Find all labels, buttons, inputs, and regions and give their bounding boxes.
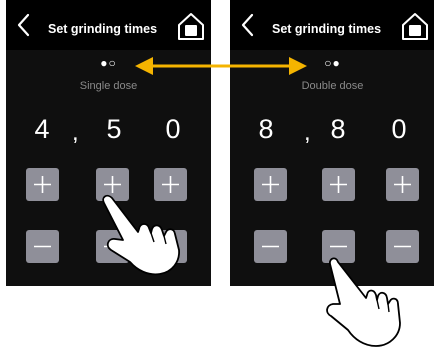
plus-icon [262, 176, 279, 193]
dose-label: Single dose [79, 80, 138, 92]
dose-label: Double dose [301, 80, 364, 92]
minus-icon [34, 245, 51, 248]
minus-icon [262, 245, 279, 248]
top-bar: Set grinding times [6, 0, 211, 50]
pointing-hand-icon [326, 257, 401, 347]
home-button[interactable] [400, 11, 430, 41]
digit-hundredths: 0 [391, 114, 407, 144]
top-bar: Set grinding times [230, 0, 434, 50]
back-button[interactable] [236, 12, 260, 38]
home-icon [178, 13, 204, 40]
double-arrow-icon [135, 57, 307, 75]
back-button[interactable] [12, 12, 36, 38]
plus-button-tenths[interactable] [322, 168, 355, 201]
minus-button-seconds[interactable] [254, 230, 287, 263]
plus-icon [330, 176, 347, 193]
plus-button-hundredths[interactable] [386, 168, 419, 201]
chevron-left-icon [17, 13, 30, 37]
plus-icon [394, 176, 411, 193]
digit-seconds: 8 [258, 114, 274, 144]
home-icon [402, 13, 428, 40]
digit-tenths: 5 [106, 114, 122, 144]
plus-icon [34, 176, 51, 193]
home-button[interactable] [176, 11, 206, 41]
decimal-separator: , [72, 119, 79, 146]
pointing-hand-icon [102, 194, 180, 276]
plus-button-seconds[interactable] [26, 168, 59, 201]
digit-hundredths: 0 [165, 114, 181, 144]
chevron-left-icon [241, 13, 254, 37]
digit-tenths: 8 [330, 114, 346, 144]
page-title: Set grinding times [48, 22, 158, 36]
minus-button-seconds[interactable] [26, 230, 59, 263]
decimal-separator: , [304, 119, 311, 146]
screen-double-dose: Set grinding times ○● Double dose 8 , 8 … [230, 0, 434, 286]
page-title: Set grinding times [272, 22, 382, 36]
stage: Set grinding times ●○ Single dose 4 , 5 … [0, 0, 434, 356]
plus-button-seconds[interactable] [254, 168, 287, 201]
digit-seconds: 4 [34, 114, 50, 144]
